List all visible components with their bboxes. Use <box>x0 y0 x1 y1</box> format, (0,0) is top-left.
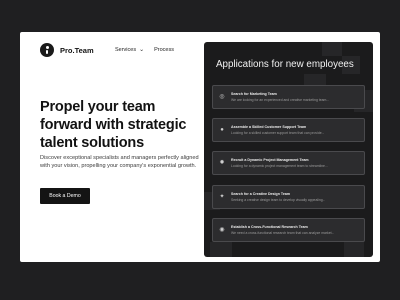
application-title: Recruit a Dynamic Project Management Tea… <box>231 158 309 162</box>
nav-item-label: Services <box>115 47 137 53</box>
book-demo-button[interactable]: Book a Demo <box>40 188 90 204</box>
nav-item-label: Process <box>154 47 174 53</box>
decor-square <box>322 42 342 56</box>
brand-logo[interactable]: Pro.Team <box>40 43 94 57</box>
application-subtitle: Looking for a dynamic project management… <box>231 164 328 168</box>
hero-title: Propel your team forward with strategic … <box>40 99 187 151</box>
application-card[interactable]: ✦ Search for a Creative Design Team Seek… <box>212 185 365 209</box>
application-card[interactable]: ● Assemble a Skilled Customer Support Te… <box>212 118 365 142</box>
application-subtitle: We are looking for an experienced and cr… <box>231 98 330 102</box>
hero-description: Discover exceptional specialists and man… <box>40 155 199 169</box>
application-subtitle: Looking for a skilled customer support t… <box>231 131 325 135</box>
application-card[interactable]: ◉ Establish a Cross-Functional Research … <box>212 218 365 242</box>
application-subtitle: We need a cross-functional research team… <box>231 231 335 235</box>
application-title: Search for a Creative Design Team <box>231 192 291 196</box>
compass-icon: ◉ <box>219 227 225 233</box>
nav-item-services[interactable]: Services ⌄ <box>115 47 144 53</box>
network-icon: ● <box>220 127 224 133</box>
panel-title: Applications for new employees <box>216 59 354 70</box>
sparkle-icon: ✦ <box>219 194 225 200</box>
application-subtitle: Seeking a creative design team to develo… <box>231 198 326 202</box>
chevron-down-icon: ⌄ <box>139 47 145 53</box>
application-title: Search for Marketing Team <box>231 92 277 96</box>
application-title: Establish a Cross-Functional Research Te… <box>231 225 308 229</box>
decor-square <box>210 242 232 257</box>
star-burst-icon: ✹ <box>219 160 225 166</box>
person-circle-icon <box>40 43 54 57</box>
globe-icon: ◎ <box>219 94 225 100</box>
brand-name: Pro.Team <box>60 45 94 55</box>
application-card[interactable]: ◎ Search for Marketing Team We are looki… <box>212 85 365 109</box>
nav-item-process[interactable]: Process <box>154 47 174 53</box>
application-title: Assemble a Skilled Customer Support Team <box>231 125 307 129</box>
top-nav: Services ⌄ Process <box>115 47 174 53</box>
landing-page: Pro.Team Services ⌄ Process Propel your … <box>20 32 380 262</box>
applications-panel: Applications for new employees ◎ Search … <box>204 42 373 257</box>
application-card[interactable]: ✹ Recruit a Dynamic Project Management T… <box>212 151 365 175</box>
